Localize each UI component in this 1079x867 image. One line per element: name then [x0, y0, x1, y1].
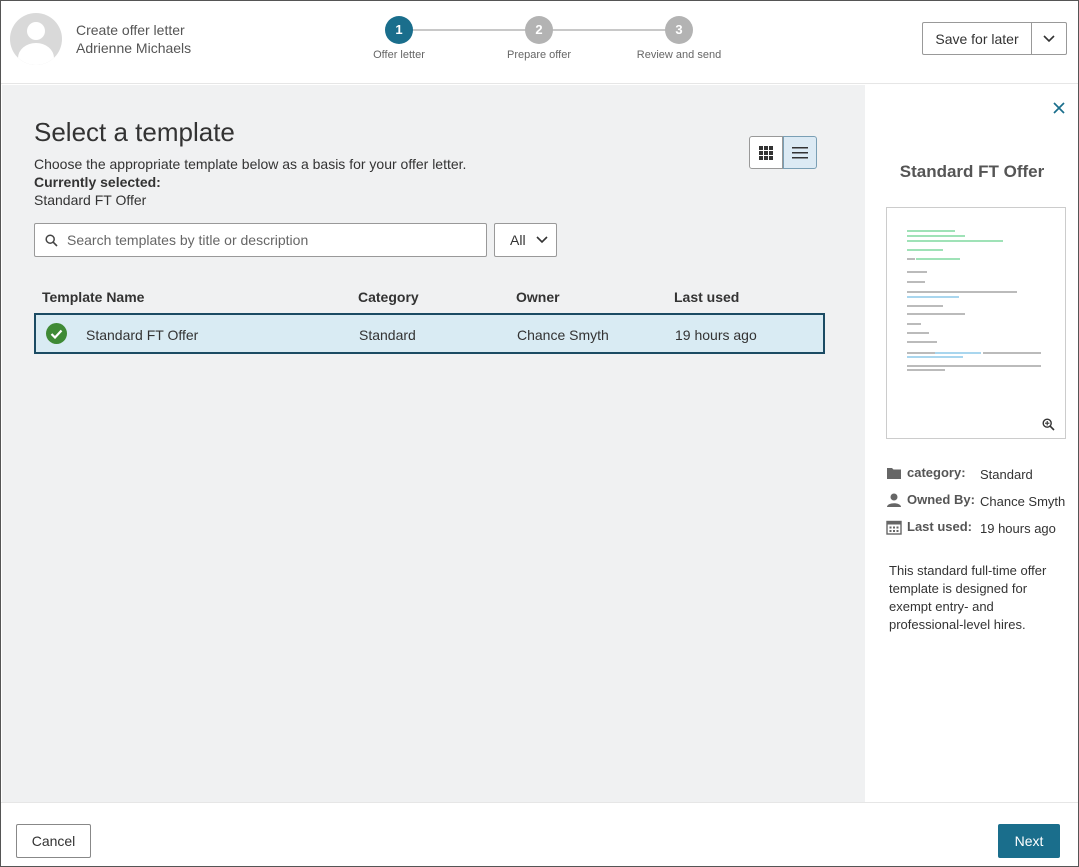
currently-selected-value: Standard FT Offer: [34, 192, 147, 208]
calendar-icon: [886, 520, 902, 535]
header: Create offer letter Adrienne Michaels 1 …: [1, 1, 1078, 84]
owner-cell: Chance Smyth: [517, 327, 609, 343]
step-offer-letter[interactable]: 1 Offer letter: [349, 16, 449, 61]
meta-owner-label: Owned By:: [907, 492, 975, 507]
step-label: Offer letter: [373, 49, 425, 61]
meta-category-label: category:: [907, 465, 966, 480]
progress-stepper: 1 Offer letter 2 Prepare offer 3 Review …: [361, 16, 741, 66]
save-button-group: Save for later: [922, 22, 1067, 55]
page-title: Select a template: [34, 117, 235, 147]
last-used-cell: 19 hours ago: [675, 327, 757, 343]
step-prepare-offer[interactable]: 2 Prepare offer: [489, 16, 589, 61]
panel-title: Standard FT Offer: [899, 162, 1045, 181]
cancel-button[interactable]: Cancel: [16, 824, 91, 858]
footer: Cancel Next: [1, 802, 1078, 866]
close-icon: [1053, 102, 1065, 114]
template-preview-thumbnail[interactable]: [886, 207, 1066, 439]
step-review-and-send[interactable]: 3 Review and send: [629, 16, 729, 61]
column-header-template-name[interactable]: Template Name: [42, 289, 144, 305]
search-icon: [45, 233, 58, 247]
folder-icon: [887, 468, 901, 479]
meta-last-used-label: Last used:: [907, 519, 973, 534]
meta-owner-value: Chance Smyth: [980, 494, 1066, 509]
chevron-down-icon: [1043, 34, 1055, 42]
category-filter-select[interactable]: All: [494, 223, 557, 257]
avatar: [10, 13, 62, 65]
page-header-title: Create offer letter: [76, 22, 185, 38]
grid-icon: [759, 145, 773, 160]
column-header-category[interactable]: Category: [358, 289, 419, 305]
main-content: Select a template Choose the appropriate…: [2, 85, 865, 802]
template-name-cell: Standard FT Offer: [86, 327, 199, 343]
template-description: This standard full-time offer template i…: [889, 563, 1047, 632]
filter-value: All: [510, 232, 526, 248]
step-label: Prepare offer: [506, 49, 571, 61]
chevron-down-icon: [535, 236, 548, 244]
zoom-in-icon[interactable]: [1042, 418, 1055, 431]
step-number: 2: [525, 16, 553, 44]
column-header-last-used[interactable]: Last used: [674, 289, 739, 305]
next-button[interactable]: Next: [998, 824, 1060, 858]
app-window: Create offer letter Adrienne Michaels 1 …: [0, 0, 1079, 867]
grid-view-button[interactable]: [749, 136, 783, 169]
meta-last-used-value: 19 hours ago: [980, 521, 1056, 536]
table-row[interactable]: Standard FT Offer Standard Chance Smyth …: [34, 313, 825, 354]
close-panel-button[interactable]: [1052, 101, 1068, 117]
user-icon: [887, 493, 901, 507]
step-number: 3: [665, 16, 693, 44]
view-toggle: [749, 136, 817, 169]
template-details-panel: Standard FT Offer category: Standard Own…: [866, 85, 1078, 802]
currently-selected-label: Currently selected:: [34, 174, 161, 190]
step-number: 1: [385, 16, 413, 44]
search-field: [34, 223, 487, 257]
save-for-later-button[interactable]: Save for later: [922, 22, 1032, 55]
list-icon: [792, 146, 808, 158]
meta-category-value: Standard: [980, 467, 1033, 482]
candidate-name: Adrienne Michaels: [76, 40, 192, 56]
step-label: Review and send: [636, 49, 722, 61]
category-cell: Standard: [359, 327, 416, 343]
table-header: Template Name Category Owner Last used: [34, 281, 825, 311]
list-view-button[interactable]: [783, 136, 817, 169]
save-options-dropdown[interactable]: [1032, 22, 1067, 55]
search-input[interactable]: [67, 232, 486, 248]
column-header-owner[interactable]: Owner: [516, 289, 560, 305]
selected-check-icon: [46, 323, 67, 344]
page-description: Choose the appropriate template below as…: [34, 156, 467, 172]
